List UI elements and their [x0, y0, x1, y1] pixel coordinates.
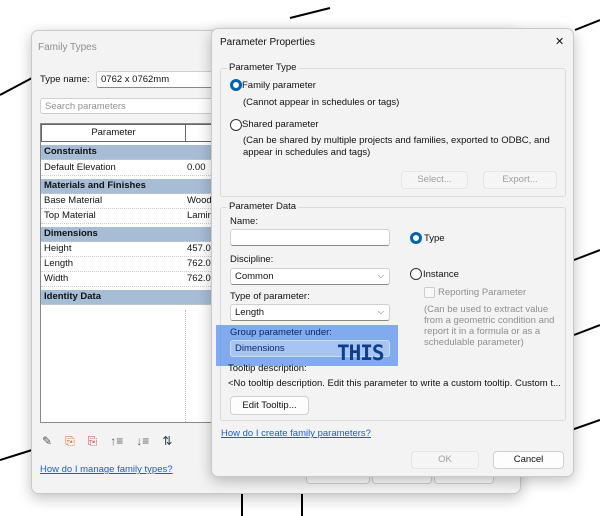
row-label: Height: [44, 243, 72, 254]
family-types-title: Family Types: [38, 42, 97, 53]
type-radio-label[interactable]: Type: [424, 233, 445, 244]
row-value[interactable]: 762.00: [187, 272, 211, 286]
type-name-label: Type name:: [40, 74, 90, 85]
group-parameter-value: Dimensions: [235, 343, 285, 354]
row-value[interactable]: 762.00: [187, 257, 211, 271]
family-parameter-label[interactable]: Family parameter: [242, 80, 316, 91]
table-section-header[interactable]: Identity Data: [41, 290, 211, 305]
table-row[interactable]: Default Elevation 0.00: [41, 161, 211, 176]
dialog-title: Parameter Properties: [220, 37, 316, 48]
shared-parameter-radio[interactable]: [230, 119, 242, 131]
shared-parameter-desc: (Can be shared by multiple projects and …: [243, 135, 550, 158]
tooltip-text: <No tooltip description. Edit this param…: [228, 378, 561, 389]
discipline-select[interactable]: Common ⌵: [230, 268, 390, 285]
row-label: Dimensions: [44, 228, 98, 239]
row-label: Width: [44, 273, 69, 284]
parameters-table: Parameter Constraints Default Elevation 0.…: [40, 123, 212, 423]
instance-radio[interactable]: [410, 268, 422, 280]
table-section-header[interactable]: Dimensions: [41, 227, 211, 242]
type-radio[interactable]: [410, 232, 422, 244]
reporting-parameter-label: Reporting Parameter: [438, 287, 527, 298]
table-row[interactable]: Base Material Wood: [41, 194, 211, 209]
row-label: Default Elevation: [44, 162, 116, 173]
sort-ascending-icon[interactable]: ⇅: [162, 434, 172, 449]
column-divider: [185, 310, 186, 422]
type-of-parameter-select[interactable]: Length ⌵: [230, 304, 390, 321]
row-label: Length: [44, 258, 74, 269]
instance-radio-label[interactable]: Instance: [423, 269, 459, 280]
chevron-down-icon: ⌵: [377, 271, 384, 280]
reporting-parameter-checkbox[interactable]: [424, 287, 435, 298]
family-parameter-radio[interactable]: [230, 79, 242, 91]
row-label: Top Material: [44, 210, 96, 221]
family-parameter-desc: (Cannot appear in schedules or tags): [243, 97, 400, 108]
group-parameter-select[interactable]: Dimensions: [230, 340, 390, 357]
name-label: Name:: [230, 216, 258, 227]
type-name-dropdown[interactable]: 0762 x 0762mm: [96, 71, 216, 88]
table-row[interactable]: Width 762.00: [41, 272, 211, 287]
row-value[interactable]: 0.00: [187, 161, 206, 175]
column-header-parameter[interactable]: Parameter: [41, 124, 186, 142]
table-row[interactable]: Top Material Lamin: [41, 209, 211, 224]
name-input[interactable]: [230, 229, 390, 246]
row-value[interactable]: 457.00: [187, 242, 211, 256]
type-of-parameter-label: Type of parameter:: [230, 291, 310, 302]
search-parameters-input[interactable]: Search parameters: [40, 98, 216, 114]
parameter-type-label: Parameter Type: [227, 62, 299, 73]
create-family-parameters-link[interactable]: How do I create family parameters?: [221, 428, 371, 439]
row-value[interactable]: Lamin: [187, 209, 211, 223]
move-down-icon[interactable]: ↓≡: [136, 434, 149, 449]
parameter-data-label: Parameter Data: [227, 201, 299, 212]
cancel-button[interactable]: Cancel: [493, 451, 564, 469]
delete-parameter-icon[interactable]: ⎘: [88, 434, 98, 449]
parameter-properties-dialog: Parameter Properties ✕ Parameter Type Fa…: [211, 28, 574, 477]
discipline-label: Discipline:: [230, 254, 274, 265]
row-label: Materials and Finishes: [44, 180, 146, 191]
table-row[interactable]: Height 457.00: [41, 242, 211, 257]
shared-parameter-label[interactable]: Shared parameter: [242, 119, 319, 130]
family-types-toolbar: ✎ ⎘ ⎘ ↑≡ ↓≡ ⇅: [42, 434, 172, 449]
table-row[interactable]: Length 762.00: [41, 257, 211, 272]
discipline-value: Common: [235, 271, 274, 282]
manage-family-types-link[interactable]: How do I manage family types?: [40, 464, 173, 475]
tooltip-label: Tooltip description:: [228, 363, 307, 374]
type-of-parameter-value: Length: [235, 307, 265, 318]
chevron-down-icon: ⌵: [377, 307, 384, 316]
close-icon[interactable]: ✕: [555, 35, 564, 48]
select-button[interactable]: Select...: [401, 171, 468, 189]
row-label: Constraints: [44, 146, 97, 157]
export-button[interactable]: Export...: [483, 171, 557, 189]
table-section-header[interactable]: Constraints: [41, 145, 211, 160]
move-up-icon[interactable]: ↑≡: [110, 434, 123, 449]
row-label: Base Material: [44, 195, 103, 206]
edit-tooltip-button[interactable]: Edit Tooltip...: [230, 396, 309, 415]
row-value[interactable]: Wood: [187, 194, 211, 208]
new-parameter-icon[interactable]: ⎘: [65, 434, 75, 449]
table-section-header[interactable]: Materials and Finishes: [41, 179, 211, 194]
row-label: Identity Data: [44, 291, 102, 302]
pencil-icon[interactable]: ✎: [42, 434, 52, 449]
reporting-parameter-desc: (Can be used to extract value from a geo…: [424, 304, 555, 348]
ok-button[interactable]: OK: [411, 451, 479, 469]
column-header-value[interactable]: [185, 124, 211, 142]
group-parameter-label: Group parameter under:: [230, 327, 332, 338]
